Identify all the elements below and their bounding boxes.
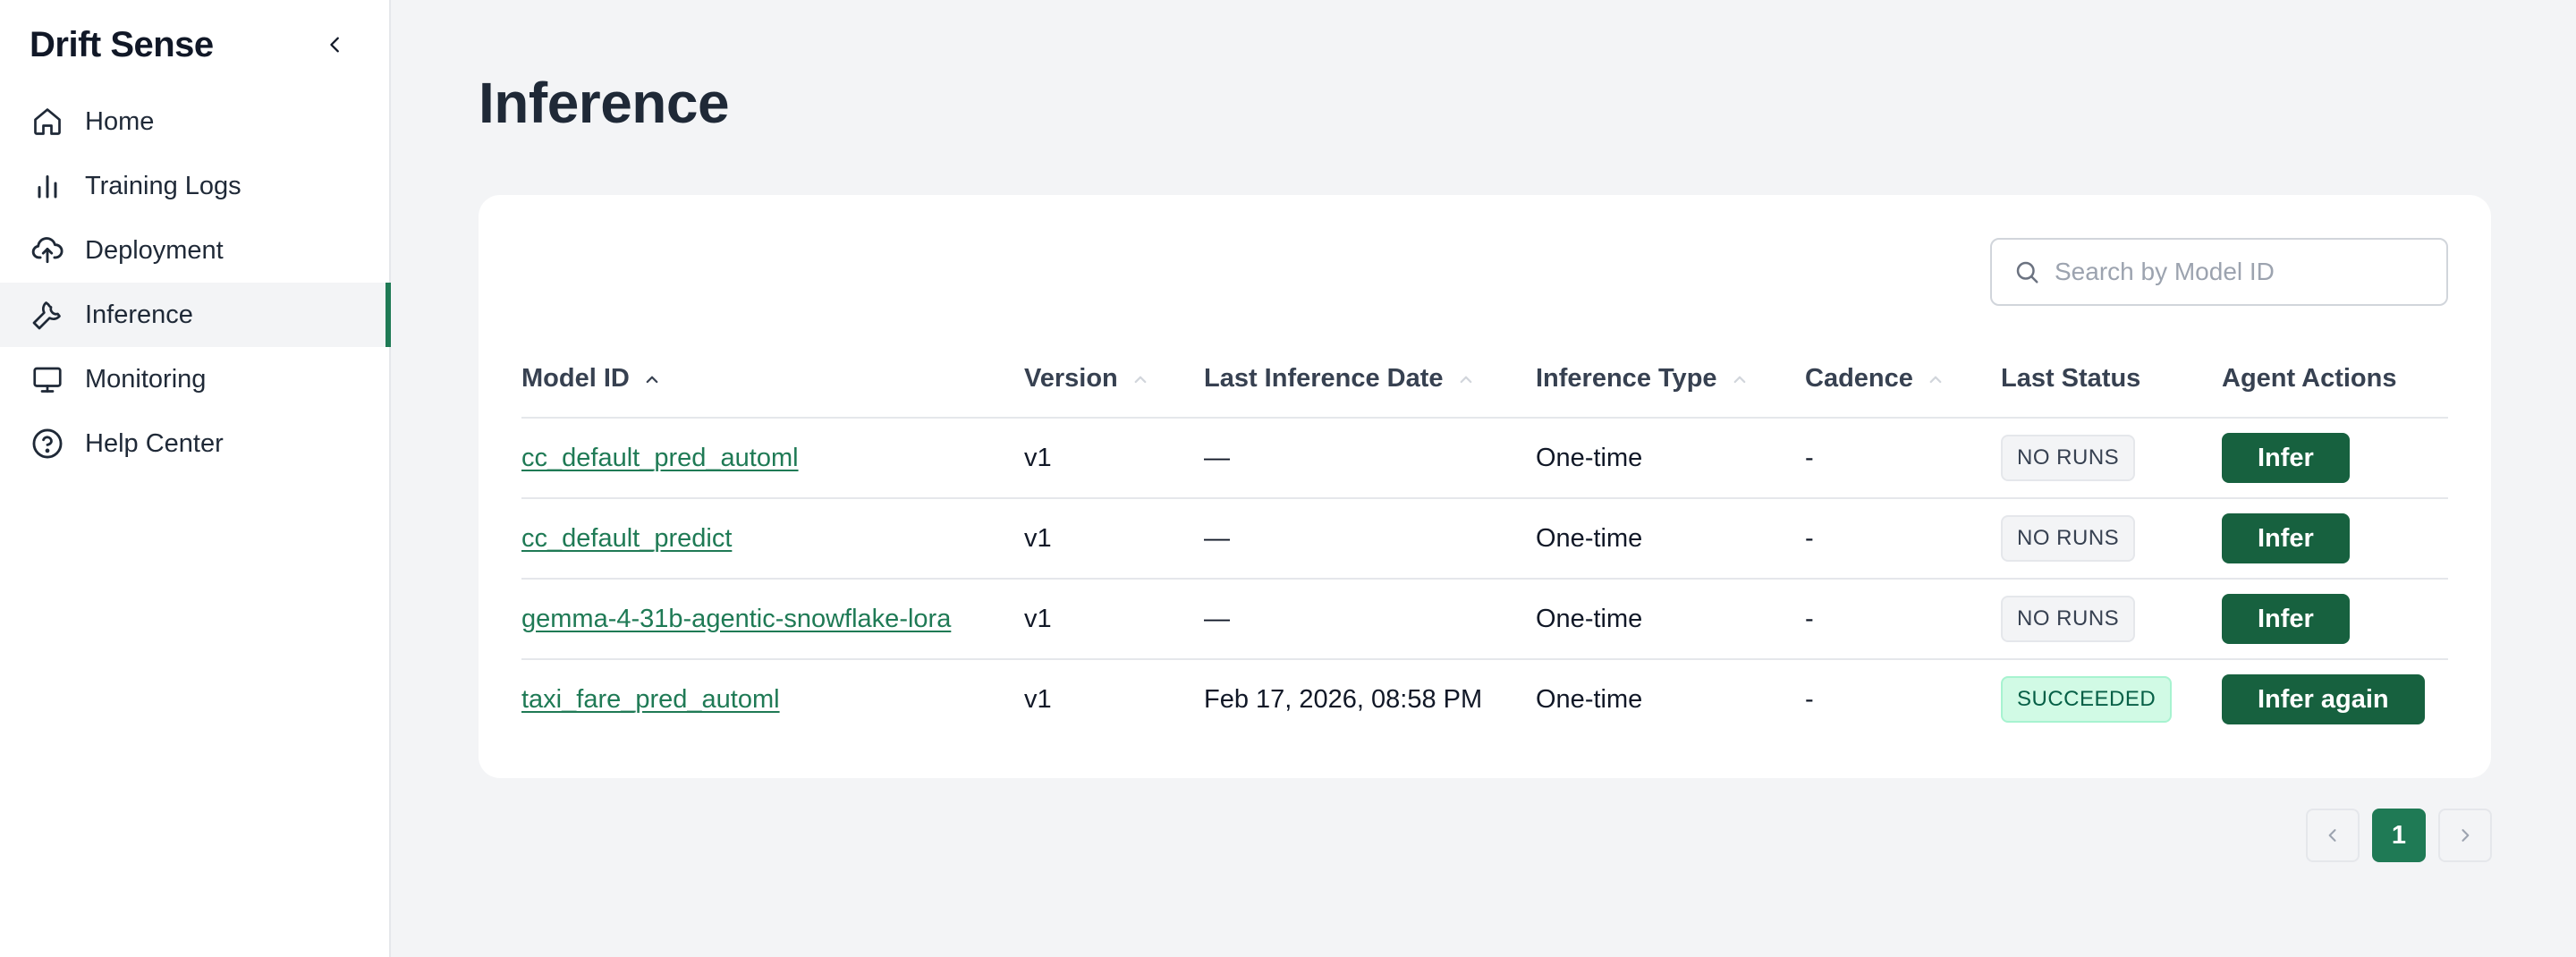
last-inference-date-cell: — xyxy=(1204,418,1536,499)
model-id-link[interactable]: taxi_fare_pred_automl xyxy=(521,685,780,714)
version-cell: v1 xyxy=(1024,418,1204,499)
collapse-sidebar-button[interactable] xyxy=(318,27,353,63)
wrench-icon xyxy=(30,297,65,333)
status-badge: NO RUNS xyxy=(2001,596,2136,642)
header-last-status: Last Status xyxy=(2001,340,2222,419)
brand-title: Drift Sense xyxy=(30,24,214,64)
status-badge: SUCCEEDED xyxy=(2001,676,2173,723)
status-badge: NO RUNS xyxy=(2001,515,2136,562)
sidebar-item-home[interactable]: Home xyxy=(0,89,389,154)
cloud-upload-icon xyxy=(30,233,65,268)
sidebar-item-label: Inference xyxy=(85,300,193,329)
page-button-current[interactable]: 1 xyxy=(2372,809,2426,862)
table-row: gemma-4-31b-agentic-snowflake-lora v1 — … xyxy=(521,579,2448,660)
inference-table: Model ID Version Last Inference Date Inf… xyxy=(521,340,2448,739)
infer-again-button[interactable]: Infer again xyxy=(2222,674,2425,724)
home-icon xyxy=(30,104,65,140)
sidebar: Drift Sense Home Training Logs Deploymen… xyxy=(0,0,391,957)
model-id-link[interactable]: cc_default_pred_automl xyxy=(521,444,799,472)
header-inference-type[interactable]: Inference Type xyxy=(1536,340,1805,419)
inference-table-card: Model ID Version Last Inference Date Inf… xyxy=(479,195,2491,778)
sort-icon xyxy=(1929,376,1942,383)
header-agent-actions: Agent Actions xyxy=(2222,340,2448,419)
sidebar-item-label: Home xyxy=(85,106,155,136)
table-row: cc_default_predict v1 — One-time - NO RU… xyxy=(521,498,2448,580)
header-label: Last Status xyxy=(2001,363,2141,393)
header-label: Version xyxy=(1024,363,1118,393)
infer-button[interactable]: Infer xyxy=(2222,513,2350,563)
sidebar-item-label: Monitoring xyxy=(85,364,207,394)
header-label: Cadence xyxy=(1805,363,1913,393)
sidebar-item-deployment[interactable]: Deployment xyxy=(0,218,389,283)
sidebar-item-monitoring[interactable]: Monitoring xyxy=(0,347,389,411)
version-cell: v1 xyxy=(1024,579,1204,660)
table-row: taxi_fare_pred_automl v1 Feb 17, 2026, 0… xyxy=(521,659,2448,739)
version-cell: v1 xyxy=(1024,498,1204,580)
infer-button[interactable]: Infer xyxy=(2222,594,2350,644)
infer-button[interactable]: Infer xyxy=(2222,433,2350,483)
status-badge: NO RUNS xyxy=(2001,435,2136,481)
next-page-button[interactable] xyxy=(2438,809,2492,862)
model-id-link[interactable]: gemma-4-31b-agentic-snowflake-lora xyxy=(521,605,951,633)
last-inference-date-cell: Feb 17, 2026, 08:58 PM xyxy=(1204,684,1483,714)
main-content: Inference Model ID Version xyxy=(391,0,2576,957)
monitor-icon xyxy=(30,361,65,397)
sort-icon xyxy=(1134,376,1147,383)
inference-type-cell: One-time xyxy=(1536,684,1643,714)
sort-ascending-icon xyxy=(646,376,658,383)
header-label: Agent Actions xyxy=(2222,363,2397,393)
header-label: Last Inference Date xyxy=(1204,363,1444,393)
cadence-cell: - xyxy=(1805,418,2001,499)
inference-type-cell: One-time xyxy=(1536,498,1805,580)
brand-row: Drift Sense xyxy=(0,0,389,89)
page-title: Inference xyxy=(479,71,730,135)
search-icon xyxy=(2016,261,2038,284)
last-inference-date-cell: — xyxy=(1204,498,1536,580)
version-cell: v1 xyxy=(1024,684,1052,714)
bar-chart-icon xyxy=(30,168,65,204)
header-label: Inference Type xyxy=(1536,363,1717,393)
sort-icon xyxy=(1460,376,1471,383)
sidebar-item-help-center[interactable]: Help Center xyxy=(0,411,389,476)
cadence-cell: - xyxy=(1805,498,2001,580)
sidebar-item-inference[interactable]: Inference xyxy=(0,283,391,347)
model-id-link[interactable]: cc_default_predict xyxy=(521,524,732,553)
prev-page-button[interactable] xyxy=(2306,809,2360,862)
inference-type-cell: One-time xyxy=(1536,418,1805,499)
chevron-right-icon xyxy=(2462,829,2470,842)
header-cadence[interactable]: Cadence xyxy=(1805,340,2001,419)
sidebar-item-training-logs[interactable]: Training Logs xyxy=(0,154,389,218)
header-model-id[interactable]: Model ID xyxy=(521,340,1024,419)
sort-icon xyxy=(1733,376,1745,383)
inference-type-cell: One-time xyxy=(1536,579,1805,660)
sidebar-item-label: Training Logs xyxy=(85,171,242,200)
last-inference-date-cell: — xyxy=(1204,579,1536,660)
search-input[interactable] xyxy=(2053,257,2432,287)
chevron-left-icon xyxy=(2328,829,2336,842)
cadence-cell: - xyxy=(1805,684,1814,714)
header-version[interactable]: Version xyxy=(1024,340,1204,419)
table-row: cc_default_pred_automl v1 — One-time - N… xyxy=(521,418,2448,499)
help-circle-icon xyxy=(30,426,65,462)
cadence-cell: - xyxy=(1805,579,2001,660)
pagination: 1 xyxy=(2306,809,2492,862)
chevron-left-icon xyxy=(330,37,339,53)
sidebar-item-label: Deployment xyxy=(85,235,224,265)
sidebar-item-label: Help Center xyxy=(85,428,224,458)
search-box[interactable] xyxy=(1990,238,2448,306)
sidebar-nav: Home Training Logs Deployment Inference … xyxy=(0,89,391,476)
header-label: Model ID xyxy=(521,363,630,393)
table-header-row: Model ID Version Last Inference Date Inf… xyxy=(521,340,2448,419)
header-last-inference-date[interactable]: Last Inference Date xyxy=(1204,340,1536,419)
